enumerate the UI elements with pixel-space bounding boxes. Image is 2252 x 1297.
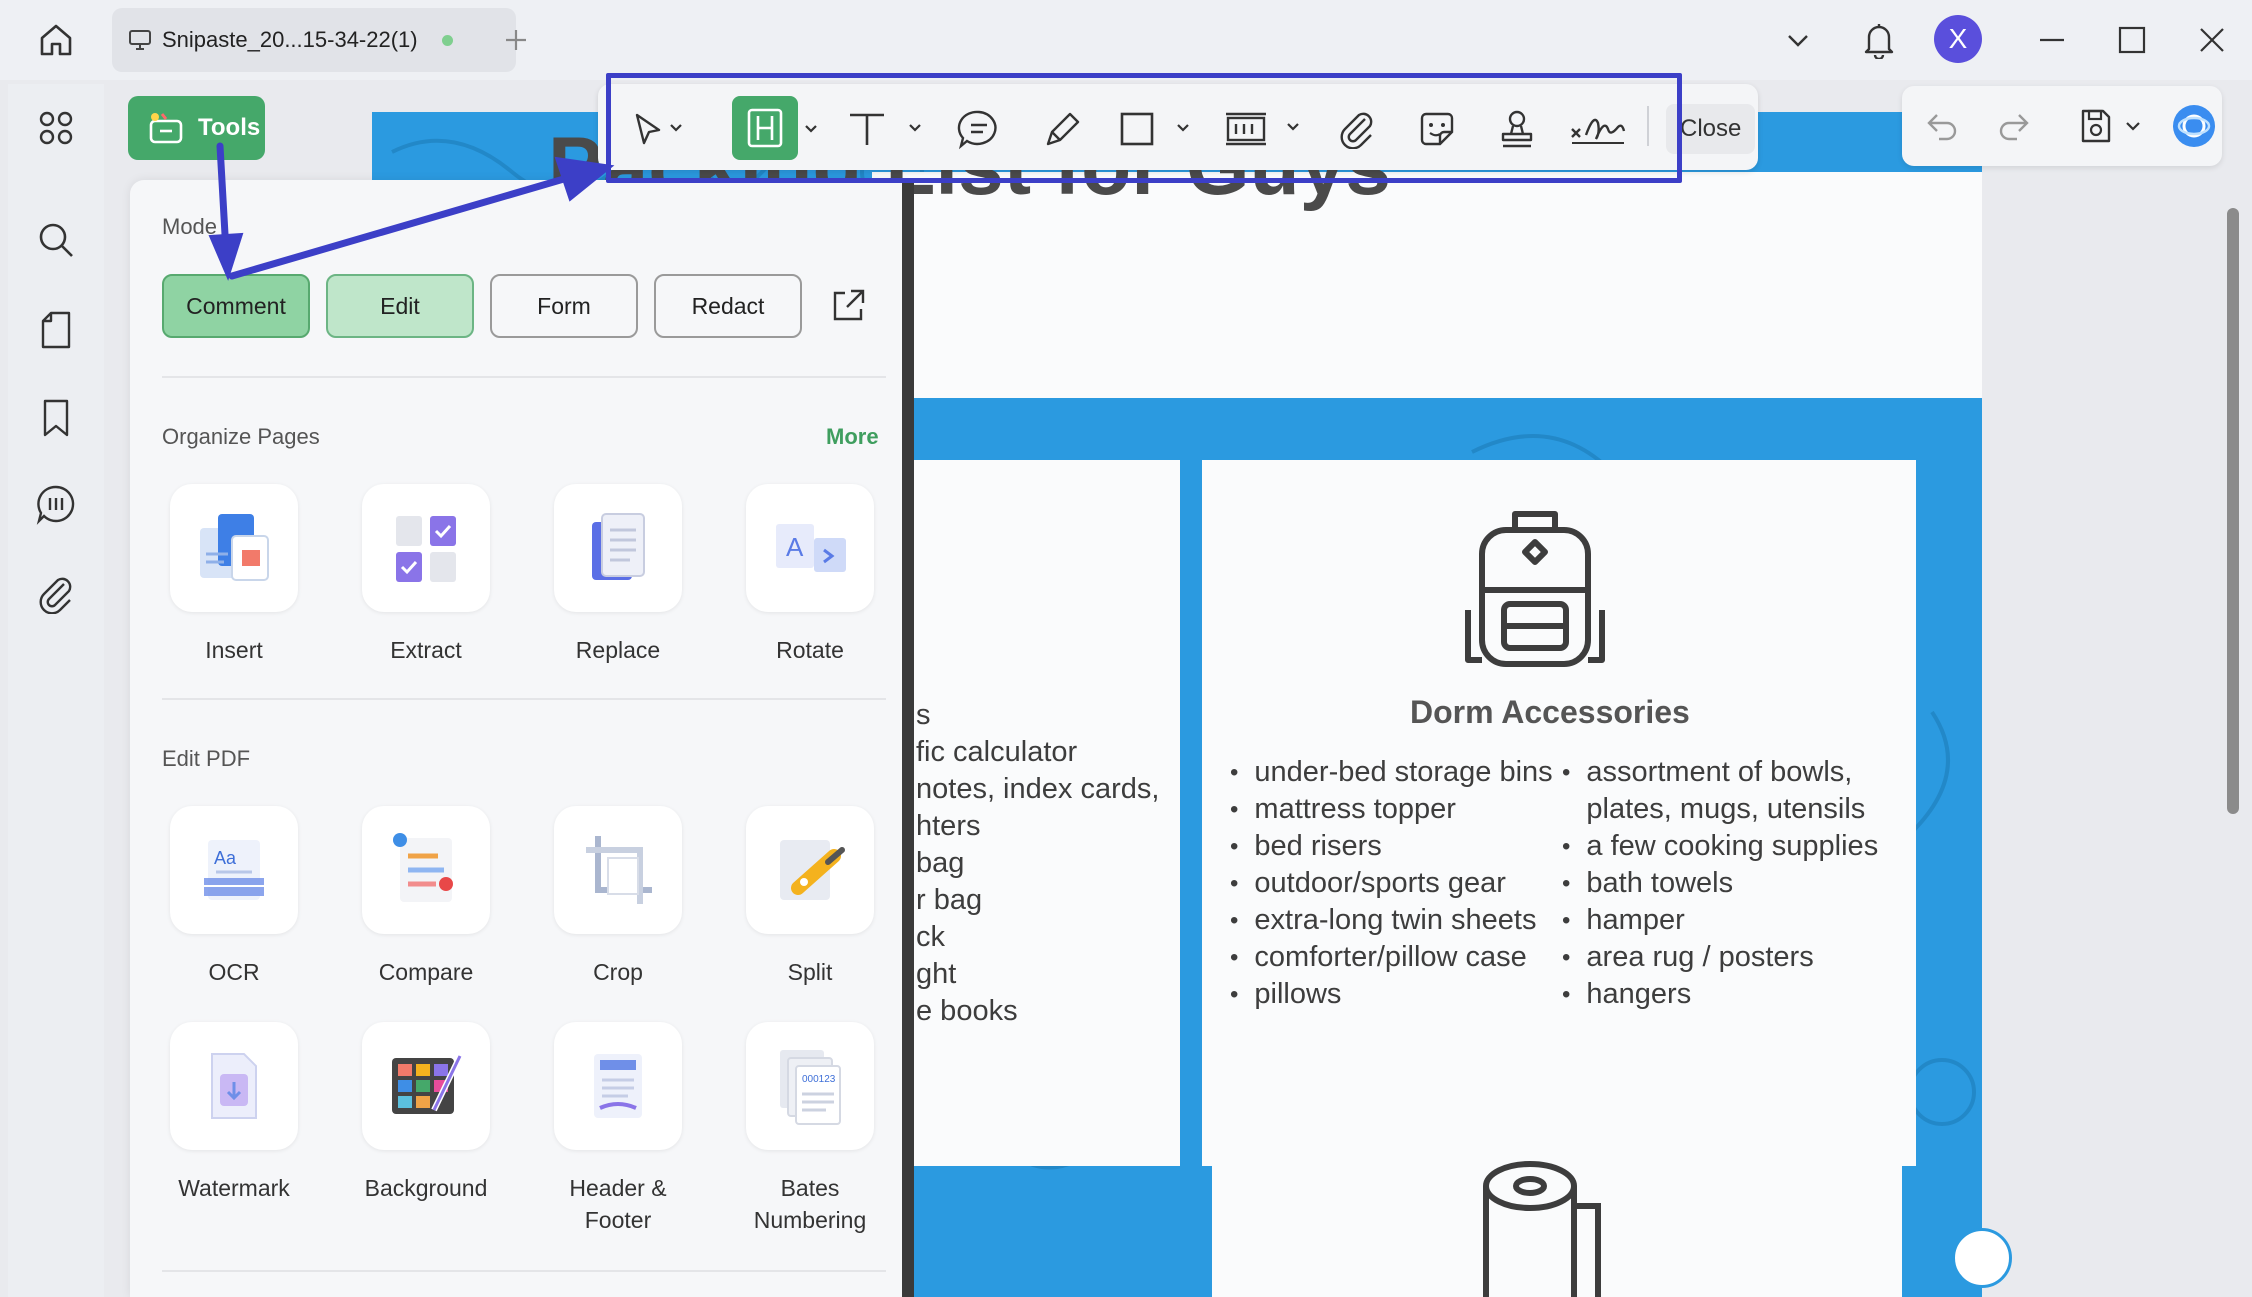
tutorial-arrows	[208, 142, 615, 281]
